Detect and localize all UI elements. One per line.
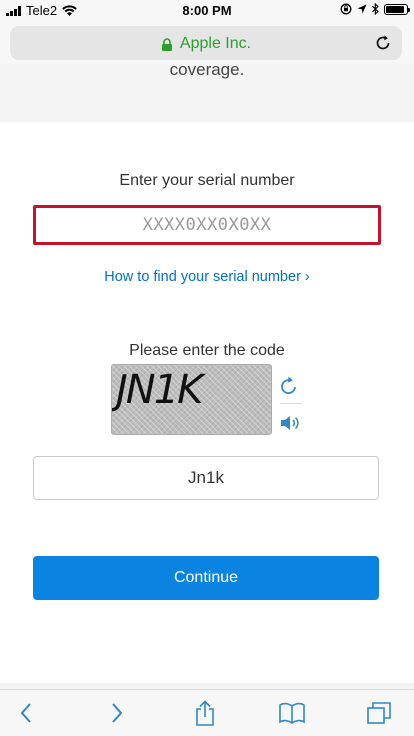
browser-toolbar — [0, 689, 414, 736]
bluetooth-icon — [372, 3, 379, 15]
orientation-lock-icon — [340, 3, 352, 15]
battery-icon — [384, 3, 410, 15]
serial-label: Enter your serial number — [119, 172, 295, 189]
reload-icon[interactable] — [374, 34, 392, 52]
tabs-icon — [367, 702, 391, 724]
bookmarks-icon — [279, 702, 305, 724]
find-serial-link[interactable]: How to find your serial number › — [0, 269, 414, 285]
back-button[interactable] — [12, 700, 40, 726]
captcha-image: JN1K — [111, 364, 272, 435]
serial-number-input[interactable] — [33, 205, 381, 245]
coverage-text: coverage. — [169, 64, 245, 79]
back-icon — [20, 703, 31, 723]
status-right — [340, 3, 410, 15]
refresh-icon[interactable] — [279, 374, 299, 396]
status-bar: Tele2 8:00 PM — [0, 0, 414, 22]
forward-icon — [112, 703, 123, 723]
address-bar[interactable]: Apple Inc. — [10, 26, 402, 60]
coverage-section: coverage. — [0, 64, 414, 122]
tabs-button[interactable] — [365, 700, 393, 726]
speaker-icon[interactable] — [280, 414, 302, 432]
continue-button[interactable]: Continue — [33, 556, 379, 600]
captcha-label: Please enter the code — [129, 342, 285, 359]
share-button[interactable] — [191, 700, 219, 726]
captcha-image-text: JN1K — [116, 367, 203, 413]
bookmarks-button[interactable] — [278, 700, 306, 726]
captcha-divider — [280, 403, 302, 404]
share-icon — [196, 700, 214, 726]
captcha-input[interactable] — [33, 456, 379, 500]
lock-icon — [161, 37, 172, 51]
address-bar-area: Apple Inc. — [0, 22, 414, 64]
forward-button[interactable] — [103, 700, 131, 726]
location-icon — [357, 4, 367, 14]
address-label: Apple Inc. — [10, 35, 402, 53]
site-name: Apple Inc. — [179, 35, 252, 52]
